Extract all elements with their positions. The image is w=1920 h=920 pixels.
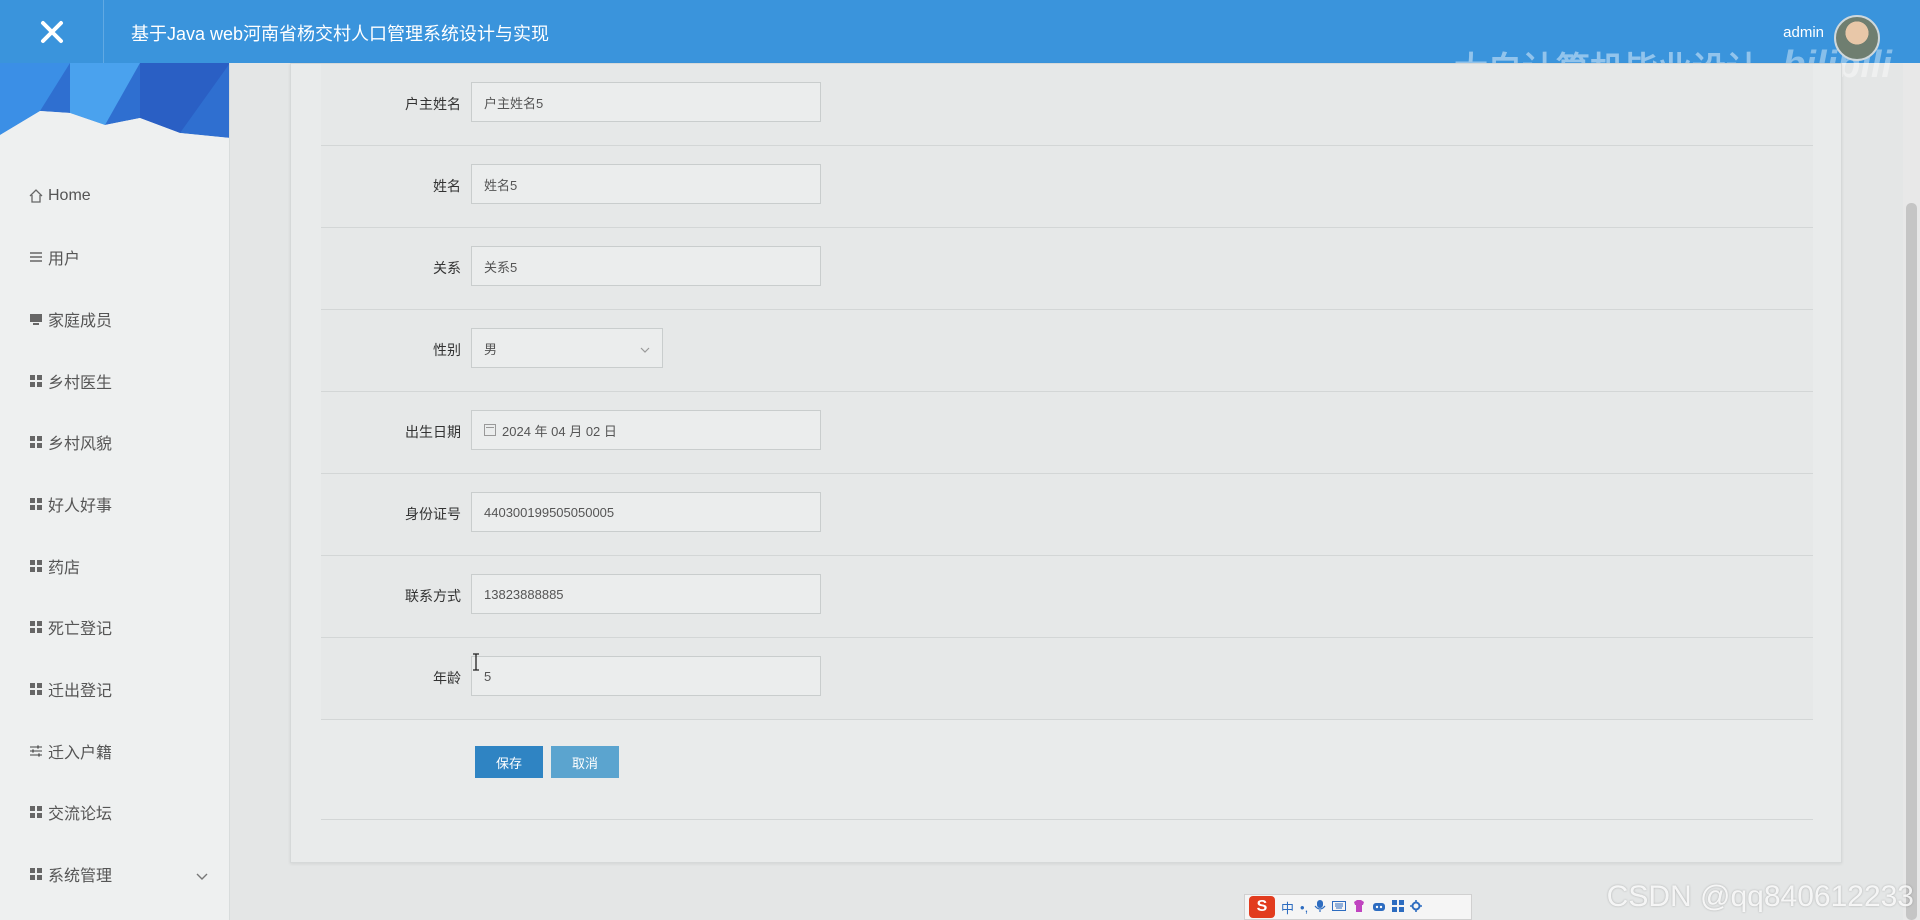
sogou-logo[interactable]: S: [1249, 896, 1275, 918]
ime-toolbar[interactable]: S 中 •,: [1244, 894, 1472, 920]
calendar-icon: [484, 424, 496, 436]
form-row-householder: 户主姓名 户主姓名5: [321, 64, 1813, 146]
birthdate-value: 2024 年 04 月 02 日: [502, 423, 617, 439]
skin-icon[interactable]: [1352, 899, 1366, 916]
gear-icon[interactable]: [1410, 899, 1423, 915]
id-number-label: 身份证号: [405, 506, 461, 522]
grid-icon: [29, 682, 43, 696]
form-row-age: 年龄 5: [321, 638, 1813, 720]
householder-input[interactable]: 户主姓名5: [471, 82, 821, 122]
username-label[interactable]: admin: [1783, 24, 1824, 41]
form-row-birthdate: 出生日期 2024 年 04 月 02 日: [321, 392, 1813, 474]
sidebar-item-forum[interactable]: 交流论坛: [0, 792, 229, 832]
form-row-relation: 关系 关系5: [321, 228, 1813, 310]
sidebar-item-users[interactable]: 用户: [0, 237, 229, 277]
grid-icon: [29, 867, 43, 881]
relation-input[interactable]: 关系5: [471, 246, 821, 286]
age-label: 年龄: [433, 670, 461, 686]
sidebar-item-move-in[interactable]: 迁入户籍: [0, 731, 229, 771]
sidebar: Home 用户 家庭成员 乡村医生 乡村风貌 好人好事 药店 死亡登记 迁出登记…: [0, 63, 230, 920]
sidebar-item-doctor[interactable]: 乡村医生: [0, 361, 229, 401]
sidebar-item-label: 乡村医生: [48, 375, 113, 392]
sidebar-item-label: 迁入户籍: [48, 745, 113, 762]
ime-mode[interactable]: 中: [1281, 898, 1294, 917]
sidebar-item-label: 乡村风貌: [48, 436, 113, 453]
grid-icon: [29, 497, 43, 511]
home-icon: [29, 189, 43, 203]
id-number-input[interactable]: 440300199505050005: [471, 492, 821, 532]
sidebar-item-scenery[interactable]: 乡村风貌: [0, 422, 229, 462]
monitor-icon: [29, 312, 43, 326]
ime-punctuation[interactable]: •,: [1300, 900, 1308, 915]
gender-label: 性别: [433, 342, 461, 358]
keyboard-icon[interactable]: [1332, 900, 1347, 915]
form-row-name: 姓名 姓名5: [321, 146, 1813, 228]
form-actions: 保存 取消: [321, 720, 1813, 820]
birthdate-label: 出生日期: [405, 424, 461, 440]
sidebar-item-label: 用户: [48, 251, 81, 268]
form-row-id-number: 身份证号 440300199505050005: [321, 474, 1813, 556]
cancel-button[interactable]: 取消: [551, 746, 619, 778]
sliders-icon: [29, 744, 43, 758]
gender-value: 男: [484, 341, 498, 357]
save-button[interactable]: 保存: [475, 746, 543, 778]
sidebar-item-system[interactable]: 系统管理: [0, 854, 229, 894]
name-label: 姓名: [433, 178, 461, 194]
sidebar-banner: [0, 63, 229, 151]
birthdate-picker[interactable]: 2024 年 04 月 02 日: [471, 410, 821, 450]
relation-label: 关系: [433, 260, 461, 276]
sidebar-item-label: 好人好事: [48, 498, 113, 515]
phone-label: 联系方式: [405, 588, 461, 604]
gender-select[interactable]: 男: [471, 328, 663, 368]
sidebar-item-label: 迁出登记: [48, 683, 113, 700]
sidebar-item-pharmacy[interactable]: 药店: [0, 546, 229, 586]
close-icon[interactable]: [0, 0, 104, 63]
app-title: 基于Java web河南省杨交村人口管理系统设计与实现: [131, 24, 550, 44]
chevron-down-icon[interactable]: [196, 868, 208, 886]
grid-icon: [29, 374, 43, 388]
sidebar-item-label: 系统管理: [48, 868, 113, 885]
sidebar-item-home[interactable]: Home: [0, 176, 229, 216]
microphone-icon[interactable]: [1314, 899, 1326, 916]
grid-icon: [29, 435, 43, 449]
edit-form-panel: 户主姓名 户主姓名5 姓名 姓名5 关系 关系5 性别 男 出生日期 2024 …: [290, 63, 1842, 863]
scrollbar-thumb[interactable]: [1906, 203, 1917, 920]
form-row-phone: 联系方式 13823888885: [321, 556, 1813, 638]
sidebar-item-label: Home: [48, 187, 91, 204]
sidebar-item-label: 交流论坛: [48, 806, 113, 823]
grid-icon: [29, 805, 43, 819]
chevron-down-icon: [640, 341, 650, 356]
csdn-watermark: CSDN @qq840612233: [1606, 880, 1914, 913]
page-scrollbar[interactable]: [1903, 63, 1920, 920]
age-input[interactable]: 5: [471, 656, 821, 696]
robot-icon[interactable]: [1372, 900, 1386, 915]
sidebar-item-good-deeds[interactable]: 好人好事: [0, 484, 229, 524]
sidebar-item-death-registry[interactable]: 死亡登记: [0, 607, 229, 647]
sidebar-item-family[interactable]: 家庭成员: [0, 299, 229, 339]
sidebar-item-label: 药店: [48, 560, 81, 577]
form-row-gender: 性别 男: [321, 310, 1813, 392]
name-input[interactable]: 姓名5: [471, 164, 821, 204]
householder-label: 户主姓名: [405, 96, 461, 112]
sidebar-item-label: 死亡登记: [48, 621, 113, 638]
sidebar-item-label: 家庭成员: [48, 313, 113, 330]
avatar[interactable]: [1834, 15, 1880, 61]
toolbox-icon[interactable]: [1392, 899, 1405, 915]
top-header: 基于Java web河南省杨交村人口管理系统设计与实现 大白计算机毕业设计 bi…: [0, 0, 1920, 89]
text-cursor-icon: [471, 653, 481, 676]
grid-icon: [29, 559, 43, 573]
grid-icon: [29, 620, 43, 634]
sidebar-item-move-out[interactable]: 迁出登记: [0, 669, 229, 709]
phone-input[interactable]: 13823888885: [471, 574, 821, 614]
list-icon: [29, 250, 43, 264]
